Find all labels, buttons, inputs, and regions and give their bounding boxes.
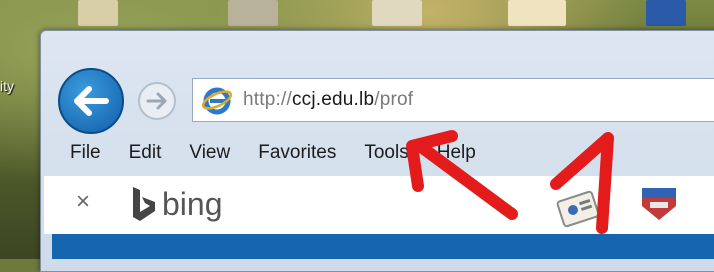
annotation-number-one <box>550 132 614 234</box>
red-annotation <box>406 130 614 234</box>
annotation-arrow-shaft <box>414 140 518 220</box>
